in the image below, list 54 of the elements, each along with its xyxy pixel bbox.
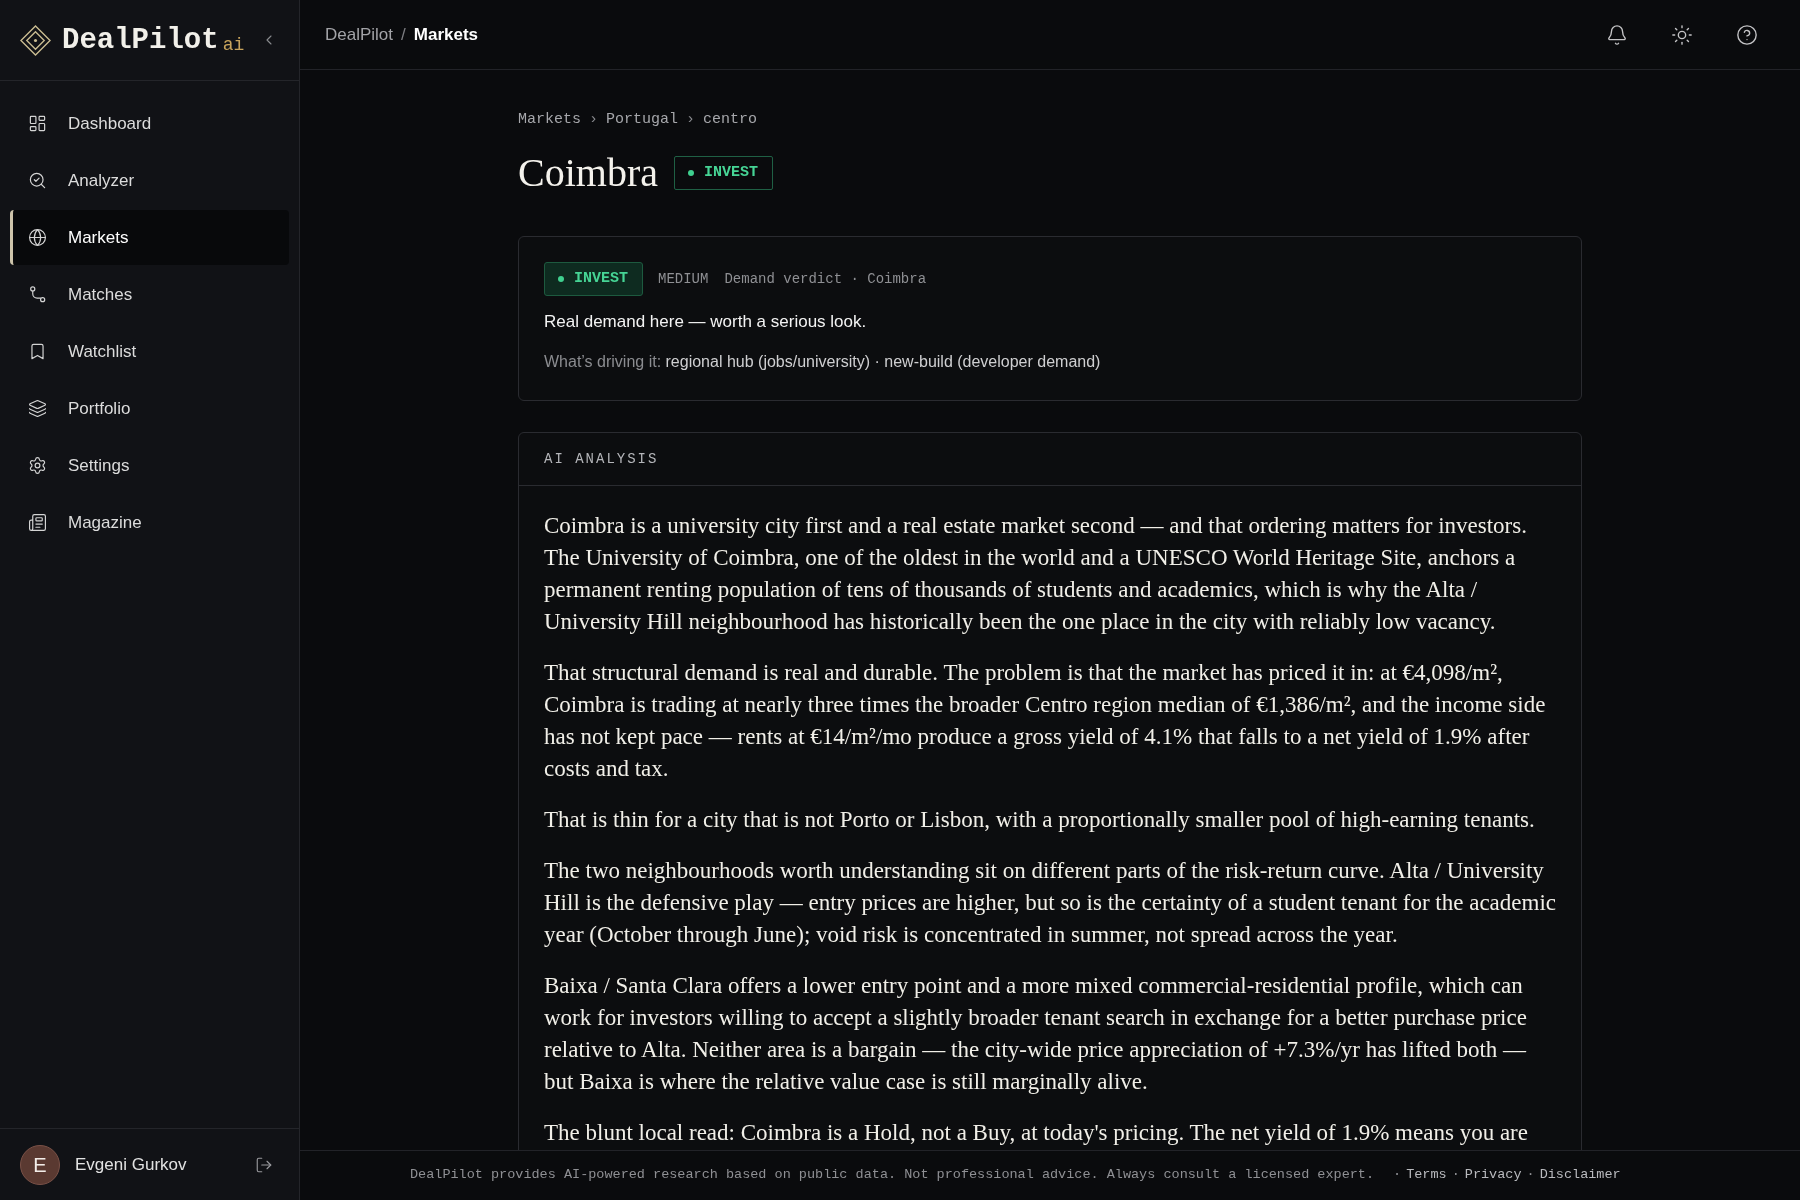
section-heading: AI ANALYSIS [544,449,659,469]
settings-icon [28,456,47,475]
analysis-paragraph: That is thin for a city that is not Porto or Lisbon, with a proportionally smaller pool of high-earning tenants. [544,806,1536,834]
bell-icon [1606,23,1628,46]
logo-suffix: ai [222,36,245,54]
verdict-badge: INVEST [674,156,773,190]
help-icon [1736,23,1758,46]
nav-item[interactable]: Portfolio [10,381,289,436]
footer-separator: · [1393,1166,1402,1185]
nav-item[interactable]: Watchlist [10,324,289,379]
user-name: Evgeni Gurkov [75,1153,187,1176]
nav-item[interactable]: Analyzer [10,153,289,208]
logo-icon [20,24,51,56]
bookmark-icon [28,342,47,361]
dashboard-grid-icon [28,114,47,133]
verdict-drivers: What’s driving it: regional hub (jobs/university) · new-build (developer demand) [544,352,1102,372]
footer-separator: · [1526,1166,1535,1185]
breadcrumb-link[interactable]: DealPilot [325,21,394,48]
verdict-headline: Real demand here — worth a serious look. [544,311,868,333]
sun-icon [1671,23,1693,46]
verdict-caption: Demand verdict · Coimbra [724,269,927,289]
breadcrumb-separator: › [686,110,696,130]
analysis-paragraph: Coimbra is a university city first and a real estate market second — and that ordering matters for investors. The University of Coimbra, one of the oldest in the world and a UNESCO World Heritage Site, anchors a permanent renting population of tens of thousands of students and academics, which is why the Alta / University Hill neighbourhood has historically been the one place in the city with reliably low vacancy. [544,512,1528,636]
confidence-label: MEDIUM [658,269,709,289]
user-avatar: E [20,1144,60,1185]
analysis-paragraph: The blunt local read: Coimbra is a Hold, not a Buy, at today's pricing. The net yield of 1.9% means you are [544,1119,1529,1147]
verdict-badge: INVEST [544,262,643,296]
newspaper-icon [28,513,47,532]
nav-item[interactable]: Matches [10,267,289,322]
analysis-paragraph: Baixa / Santa Clara offers a lower entry point and a more mixed commercial-residential profile, which can work for investors willing to accept a slightly broader tenant search in exchange for a better purchase price relative to Alta. Neither area is a bargain — the city-wide price appreciation of +7.3%/yr has lifted both — but Baixa is where the relative value case is still marginally alive. [544,972,1528,1096]
layers-icon [28,399,47,418]
page-title: Coimbra [518,150,658,196]
breadcrumb-separator: / [401,23,406,46]
breadcrumb-separator: › [589,110,599,130]
footer-link[interactable]: Disclaimer [1539,1165,1621,1186]
nav-item[interactable]: Dashboard [10,96,289,151]
breadcrumb-link[interactable]: Markets [413,21,479,48]
nav-item[interactable]: Magazine [10,495,289,550]
route-icon [28,285,47,304]
nav-item[interactable]: Markets [10,210,289,265]
logo-wordmark: DealPilot [62,25,219,55]
breadcrumb-link[interactable]: Portugal [606,110,679,130]
analysis-paragraph: That structural demand is real and durable. The problem is that the market has priced it in: at €4,098/m², Coimbra is trading at nearly three times the broader Centro region median of €1,386/m², and the income side has not kept pace — rents at €14/m²/mo produce a gross yield of 4.1% that falls to a net yield of 1.9% after costs and tax. [544,659,1547,783]
logout-icon [255,1155,273,1174]
breadcrumb-link[interactable]: Markets [518,110,581,130]
footer-link[interactable]: Terms [1406,1165,1447,1186]
footer-separator: · [1451,1166,1460,1185]
disclaimer-text: DealPilot provides AI-powered research based on public data. Not professional advice. Always consult a licensed expert. [410,1166,1375,1185]
search-check-icon [28,171,47,190]
nav-item[interactable]: Settings [10,438,289,493]
analysis-paragraph: The two neighbourhoods worth understanding sit on different parts of the risk-return curve. Alta / University Hill is the defensive play — entry prices are higher, but so is the certainty of a student tenant for the academic year (October through June); void risk is concentrated in summer, not spread across the year. [544,857,1556,949]
breadcrumb-link[interactable]: centro [703,110,758,130]
globe-icon [28,228,47,247]
footer-link[interactable]: Privacy [1464,1165,1522,1186]
